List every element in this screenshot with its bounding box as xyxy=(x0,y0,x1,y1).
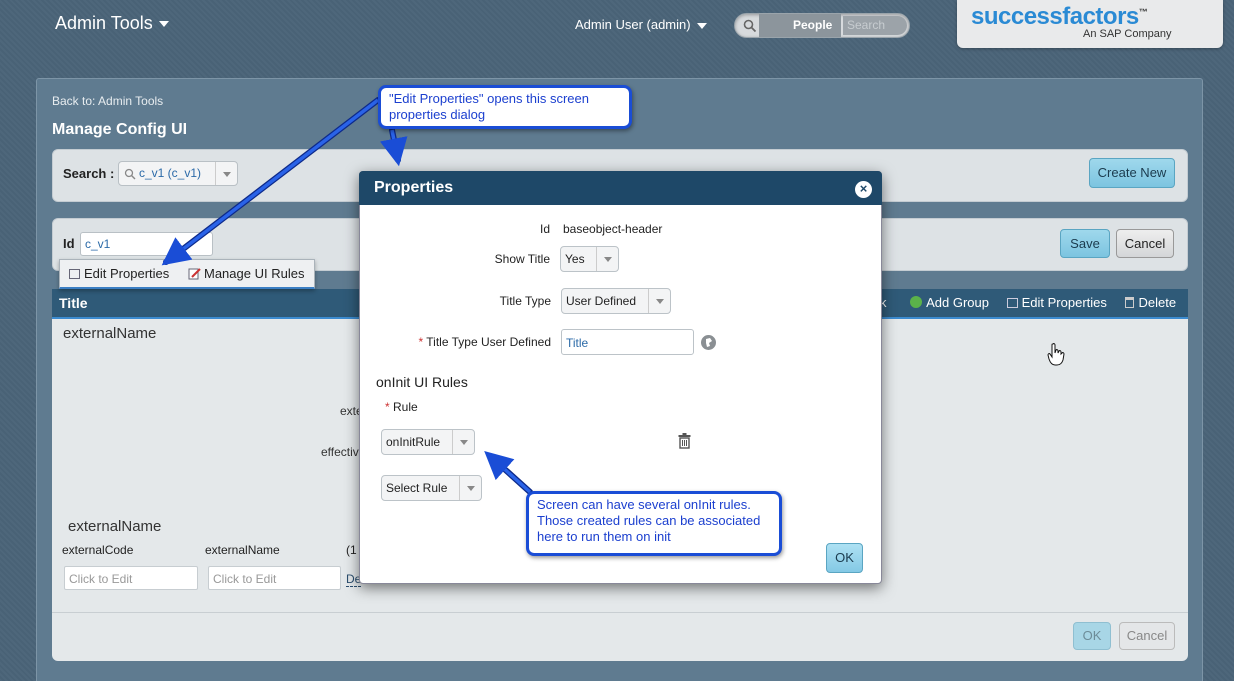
arrow-to-dialog xyxy=(379,129,408,167)
annotation-callout: "Edit Properties" opens this screen prop… xyxy=(378,85,632,129)
arrow-to-edit-properties xyxy=(161,98,380,266)
annotation-callout: Screen can have several onInit rules. Th… xyxy=(526,491,782,556)
hand-cursor-icon xyxy=(1047,343,1065,366)
arrow-to-oninit-rule xyxy=(484,450,532,494)
